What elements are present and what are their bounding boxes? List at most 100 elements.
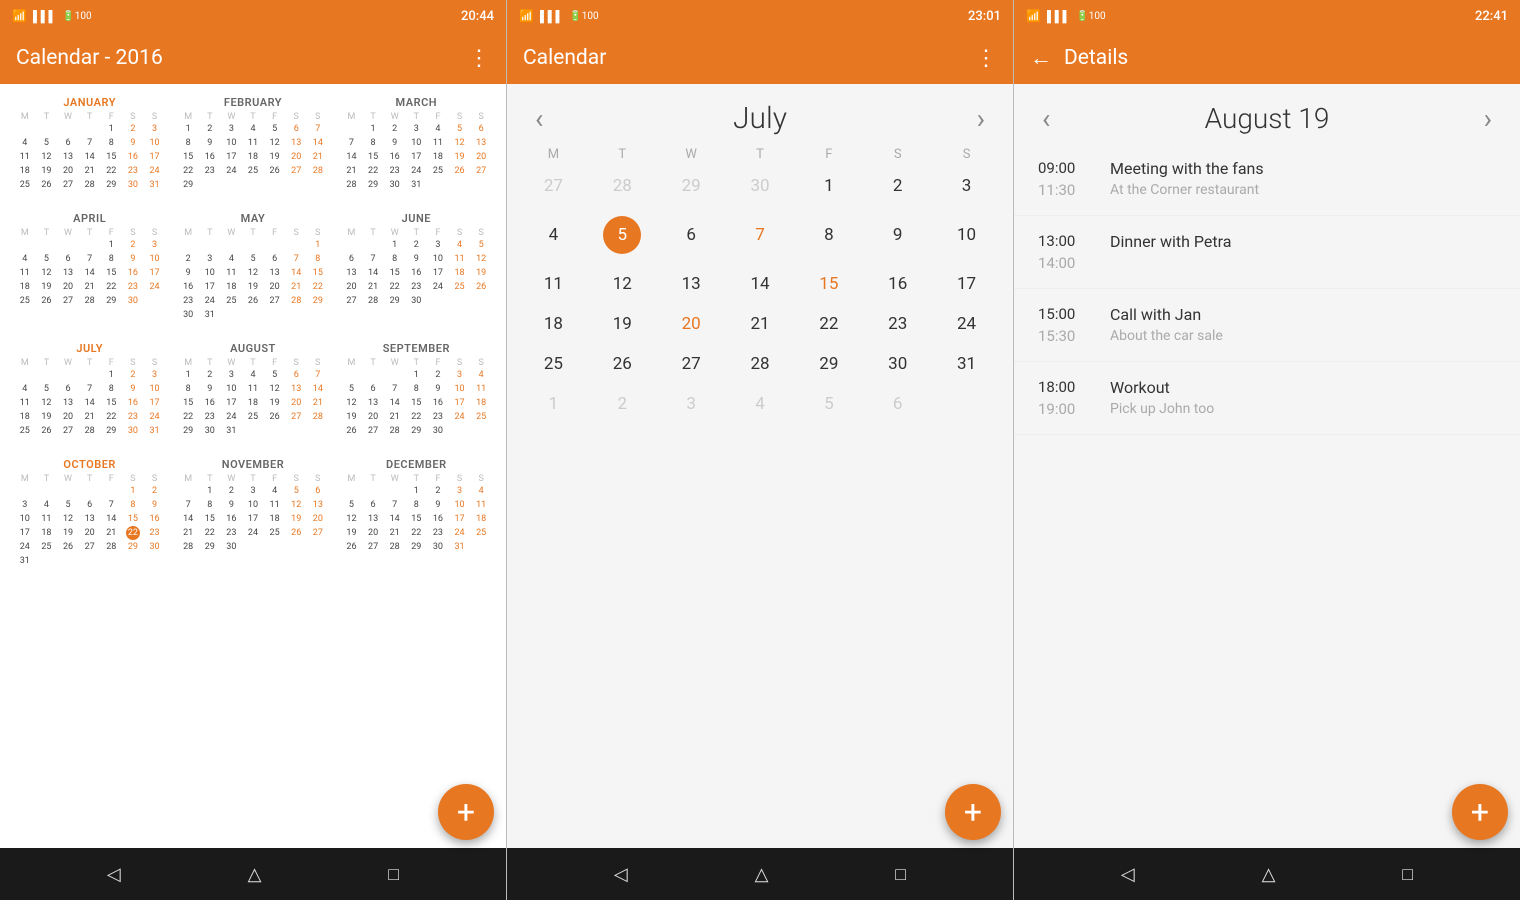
recents-btn-2[interactable]: □ <box>875 856 926 893</box>
event-end-time: 11:30 <box>1038 181 1090 199</box>
back-btn-1[interactable]: ◁ <box>87 856 141 893</box>
next-month-arrow[interactable]: › <box>969 98 993 139</box>
wifi-icon-1: 📶 <box>12 9 27 23</box>
month-day-cell[interactable]: 24 <box>932 304 1001 344</box>
month-day-cell[interactable]: 7 <box>726 206 795 264</box>
month-day-cell[interactable]: 31 <box>932 344 1001 384</box>
signal-icon-2: ▌▌▌ <box>540 10 563 23</box>
month-title: July <box>733 101 787 136</box>
month-day-cell[interactable]: 6 <box>657 206 726 264</box>
bottom-bar-2: ◁ △ □ <box>507 848 1013 900</box>
bottom-bar-3: ◁ △ □ <box>1014 848 1520 900</box>
screen-details: 📶 ▌▌▌ 🔋100 22:41 ← Details ‹ August 19 ›… <box>1014 0 1520 900</box>
screen-year: 📶 ▌▌▌ 🔋100 20:44 Calendar - 2016 ⋮ JANUA… <box>0 0 507 900</box>
month-day-cell[interactable]: 21 <box>726 304 795 344</box>
month-day-cell[interactable] <box>932 384 1001 424</box>
month-day-cell[interactable]: 4 <box>726 384 795 424</box>
home-btn-3[interactable]: △ <box>1242 856 1296 893</box>
event-item[interactable]: 09:00 11:30 Meeting with the fans At the… <box>1014 143 1520 216</box>
dow-s2: S <box>932 143 1001 166</box>
event-title: Workout <box>1110 378 1214 397</box>
home-btn-2[interactable]: △ <box>735 856 789 893</box>
month-day-cell[interactable]: 12 <box>588 264 657 304</box>
status-left-1: 📶 ▌▌▌ 🔋100 <box>12 9 92 23</box>
month-day-cell[interactable]: 30 <box>726 166 795 206</box>
event-subtitle: Pick up John too <box>1110 401 1214 417</box>
months-grid: JANUARYMTWTFSS00001234567891011121314151… <box>4 92 502 572</box>
app-title-1: Calendar - 2016 <box>16 46 468 70</box>
mini-month-november: NOVEMBERMTWTFSS0123456789101112131415161… <box>171 454 334 572</box>
next-day-arrow[interactable]: › <box>1476 98 1500 139</box>
prev-day-arrow[interactable]: ‹ <box>1034 98 1058 139</box>
event-start-time: 18:00 <box>1038 378 1090 396</box>
back-btn-3[interactable]: ◁ <box>1101 856 1155 893</box>
month-day-cell[interactable]: 25 <box>519 344 588 384</box>
month-day-cell[interactable]: 2 <box>863 166 932 206</box>
month-day-cell[interactable]: 26 <box>588 344 657 384</box>
month-day-cell[interactable]: 19 <box>588 304 657 344</box>
month-day-cell[interactable]: 20 <box>657 304 726 344</box>
time-3: 22:41 <box>1475 9 1508 24</box>
mini-month-december: DECEMBERMTWTFSS0001234567891011121314151… <box>335 454 498 572</box>
prev-month-arrow[interactable]: ‹ <box>527 98 551 139</box>
home-btn-1[interactable]: △ <box>228 856 282 893</box>
month-day-cell[interactable]: 10 <box>932 206 1001 264</box>
month-day-cell[interactable]: 23 <box>863 304 932 344</box>
month-day-cell[interactable]: 2 <box>588 384 657 424</box>
month-day-cell[interactable]: 5 <box>794 384 863 424</box>
event-item[interactable]: 15:00 15:30 Call with Jan About the car … <box>1014 289 1520 362</box>
month-day-cell[interactable]: 14 <box>726 264 795 304</box>
app-title-2: Calendar <box>523 46 975 70</box>
month-day-cell[interactable]: 28 <box>726 344 795 384</box>
month-day-cell[interactable]: 5 <box>588 206 657 264</box>
event-title: Meeting with the fans <box>1110 159 1264 178</box>
month-day-cell[interactable]: 11 <box>519 264 588 304</box>
month-day-cell[interactable]: 9 <box>863 206 932 264</box>
menu-icon-1[interactable]: ⋮ <box>468 46 490 71</box>
dow-t1: T <box>588 143 657 166</box>
back-btn-2[interactable]: ◁ <box>594 856 648 893</box>
fab-2[interactable]: + <box>945 784 1001 840</box>
month-day-cell[interactable]: 8 <box>794 206 863 264</box>
fab-3[interactable]: + <box>1452 784 1508 840</box>
status-bar-3: 📶 ▌▌▌ 🔋100 22:41 <box>1014 0 1520 32</box>
month-day-cell[interactable]: 18 <box>519 304 588 344</box>
details-date-title: August 19 <box>1205 102 1330 135</box>
month-day-cell[interactable]: 3 <box>932 166 1001 206</box>
month-day-cell[interactable]: 1 <box>519 384 588 424</box>
month-day-cell[interactable]: 15 <box>794 264 863 304</box>
mini-month-august: AUGUSTMTWTFSS123456789101112131415161718… <box>171 338 334 442</box>
fab-1[interactable]: + <box>438 784 494 840</box>
month-day-cell[interactable]: 13 <box>657 264 726 304</box>
month-day-cell[interactable]: 16 <box>863 264 932 304</box>
mini-month-october: OCTOBERMTWTFSS00000123456789101112131415… <box>8 454 171 572</box>
menu-icon-2[interactable]: ⋮ <box>975 46 997 71</box>
recents-btn-1[interactable]: □ <box>368 856 419 893</box>
month-day-cell[interactable]: 6 <box>863 384 932 424</box>
month-day-cell[interactable]: 4 <box>519 206 588 264</box>
back-icon-3[interactable]: ← <box>1030 45 1052 71</box>
event-item[interactable]: 18:00 19:00 Workout Pick up John too <box>1014 362 1520 435</box>
event-start-time: 15:00 <box>1038 305 1090 323</box>
month-day-cell[interactable]: 29 <box>794 344 863 384</box>
month-day-cell[interactable]: 17 <box>932 264 1001 304</box>
month-day-cell[interactable]: 22 <box>794 304 863 344</box>
month-day-cell[interactable]: 27 <box>519 166 588 206</box>
event-item[interactable]: 13:00 14:00 Dinner with Petra <box>1014 216 1520 289</box>
time-1: 20:44 <box>461 9 494 24</box>
mini-month-july: JULYMTWTFSS00001234567891011121314151617… <box>8 338 171 442</box>
battery-icon-2: 🔋100 <box>569 11 598 22</box>
month-day-cell[interactable]: 28 <box>588 166 657 206</box>
mini-month-may: MAYMTWTFSS000000123456789101112131415161… <box>171 208 334 326</box>
month-day-cell[interactable]: 30 <box>863 344 932 384</box>
year-body: JANUARYMTWTFSS00001234567891011121314151… <box>0 84 506 848</box>
events-list: 09:00 11:30 Meeting with the fans At the… <box>1014 143 1520 848</box>
dow-m: M <box>519 143 588 166</box>
month-day-cell[interactable]: 29 <box>657 166 726 206</box>
month-nav: ‹ July › <box>507 84 1013 143</box>
month-day-cell[interactable]: 27 <box>657 344 726 384</box>
month-day-cell[interactable]: 3 <box>657 384 726 424</box>
month-day-cell[interactable]: 1 <box>794 166 863 206</box>
recents-btn-3[interactable]: □ <box>1382 856 1433 893</box>
dow-s1: S <box>863 143 932 166</box>
